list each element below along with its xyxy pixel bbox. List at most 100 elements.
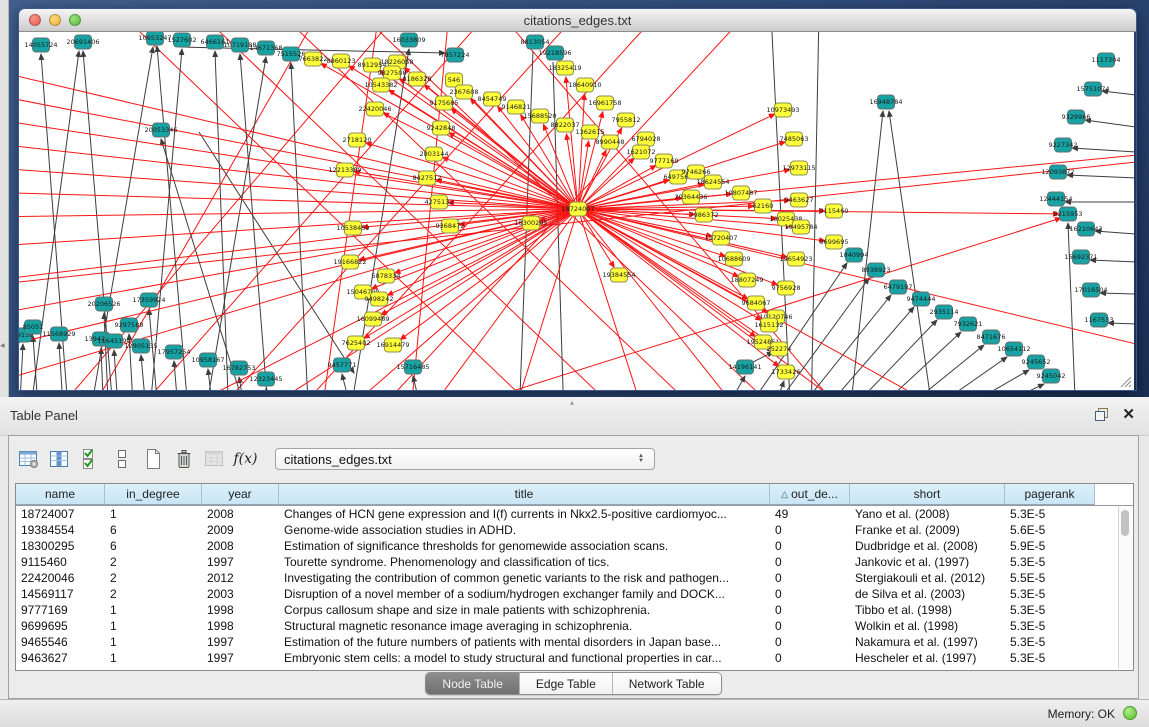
column-header-out-de-[interactable]: △out_de... [770, 484, 850, 505]
collapse-arrow-icon[interactable]: ◂ [0, 340, 5, 351]
graph-node[interactable]: 12323445 [249, 372, 282, 386]
table-cell[interactable]: Genome-wide association studies in ADHD. [279, 523, 770, 537]
table-cell[interactable]: 5.5E-5 [1005, 571, 1095, 585]
column-header-short[interactable]: short [850, 484, 1005, 505]
graph-node[interactable]: 2935114 [930, 305, 959, 319]
graph-node[interactable]: 8813054 [521, 35, 550, 49]
column-header-in-degree[interactable]: in_degree [105, 484, 202, 505]
table-cell[interactable]: Estimation of significance thresholds fo… [279, 539, 770, 553]
graph-node[interactable]: 12973115 [782, 161, 815, 175]
table-cell[interactable]: 2 [105, 571, 202, 585]
unselect-all-button[interactable] [108, 445, 135, 473]
table-cell[interactable]: 22420046 [16, 571, 105, 585]
graph-node[interactable]: 16033809 [392, 33, 425, 47]
table-cell[interactable]: 49 [770, 507, 850, 521]
graph-node[interactable]: 18624554 [696, 175, 729, 189]
graph-node[interactable]: 14055724 [24, 38, 57, 52]
graph-node[interactable]: 9684067 [742, 296, 771, 310]
table-cell[interactable]: 2009 [202, 523, 279, 537]
minimize-button[interactable] [49, 14, 61, 26]
graph-node[interactable]: 9463627 [785, 193, 814, 207]
table-cell[interactable]: Investigating the contribution of common… [279, 571, 770, 585]
graph-node[interactable]: 8471676 [977, 330, 1006, 344]
table-cell[interactable]: Yano et al. (2008) [850, 507, 1005, 521]
table-cell[interactable]: 5.6E-5 [1005, 523, 1095, 537]
table-cell[interactable]: Tibbo et al. (1998) [850, 603, 1005, 617]
table-cell[interactable]: 2012 [202, 571, 279, 585]
graph-node[interactable]: 11568929 [42, 327, 75, 341]
graph-node[interactable]: 18807249 [730, 273, 763, 287]
graph-node[interactable]: 22420046 [358, 102, 391, 116]
create-column-button[interactable] [139, 445, 166, 473]
table-cell[interactable]: 5.3E-5 [1005, 555, 1095, 569]
graph-node[interactable]: 16099489 [356, 312, 389, 326]
table-cell[interactable]: 2 [105, 587, 202, 601]
graph-node[interactable]: 20206526 [87, 297, 120, 311]
graph-node[interactable]: 1840994 [840, 248, 869, 262]
table-cell[interactable]: 0 [770, 635, 850, 649]
table-selector-dropdown[interactable]: citations_edges.txt ▲▼ [275, 448, 655, 470]
table-row[interactable]: 946554611997Estimation of the future num… [16, 634, 1133, 650]
vertical-scrollbar[interactable] [1118, 506, 1132, 669]
table-cell[interactable]: 1997 [202, 635, 279, 649]
graph-node[interactable]: 19166822 [333, 255, 366, 269]
float-panel-icon[interactable] [1094, 407, 1109, 422]
graph-node[interactable]: 20691406 [66, 35, 99, 49]
table-cell[interactable]: 1 [105, 507, 202, 521]
table-cell[interactable]: 5.3E-5 [1005, 651, 1095, 665]
table-cell[interactable]: 2 [105, 555, 202, 569]
graph-node[interactable]: 9245042 [1037, 369, 1066, 383]
graph-node[interactable]: 1527602 [168, 33, 197, 47]
table-cell[interactable]: 0 [770, 571, 850, 585]
table-cell[interactable]: 9463627 [16, 651, 105, 665]
table-cell[interactable]: Disruption of a novel member of a sodium… [279, 587, 770, 601]
graph-node[interactable]: 5878334 [372, 269, 401, 283]
table-cell[interactable]: Hescheler et al. (1997) [850, 651, 1005, 665]
graph-node[interactable]: 15720407 [704, 231, 737, 245]
graph-node[interactable]: 9699695 [820, 235, 849, 249]
show-columns-button[interactable] [46, 445, 73, 473]
graph-node[interactable]: 15716485 [396, 360, 429, 374]
column-header-pagerank[interactable]: pagerank [1005, 484, 1095, 505]
table-cell[interactable]: 18300295 [16, 539, 105, 553]
table-cell[interactable]: 5.9E-5 [1005, 539, 1095, 553]
graph-node[interactable]: 16948784 [869, 95, 902, 109]
resize-grip-icon[interactable] [1120, 376, 1132, 388]
table-row[interactable]: 2242004622012Investigating the contribut… [16, 570, 1133, 586]
table-cell[interactable]: 9115460 [16, 555, 105, 569]
table-cell[interactable]: 9465546 [16, 635, 105, 649]
graph-node[interactable]: 9297588 [115, 318, 144, 332]
table-cell[interactable]: Wolkin et al. (1998) [850, 619, 1005, 633]
graph-node[interactable]: 7932621 [954, 317, 983, 331]
graph-node[interactable]: 1733426 [772, 365, 801, 379]
network-canvas[interactable]: 1405572420691406106532471527602646616110… [19, 32, 1134, 390]
table-cell[interactable]: Embryonic stem cells: a model to study s… [279, 651, 770, 665]
delete-table-button[interactable] [201, 445, 228, 473]
graph-node[interactable]: 9227342 [1049, 138, 1078, 152]
graph-node[interactable]: 7625402 [342, 336, 371, 350]
table-cell[interactable]: Stergiakouli et al. (2012) [850, 571, 1005, 585]
tab-node-table[interactable]: Node Table [426, 673, 519, 694]
function-builder-button[interactable]: f(x) [232, 445, 259, 473]
table-row[interactable]: 1938455462009Genome-wide association stu… [16, 522, 1133, 538]
graph-node[interactable]: 15751074 [1076, 82, 1109, 96]
graph-node[interactable]: 9368472 [436, 219, 465, 233]
zoom-button[interactable] [69, 14, 81, 26]
graph-node[interactable]: 9756928 [772, 281, 801, 295]
table-row[interactable]: 977716911998Corpus callosum shape and si… [16, 602, 1133, 618]
table-cell[interactable]: 0 [770, 603, 850, 617]
table-cell[interactable]: Nakamura et al. (1997) [850, 635, 1005, 649]
graph-node[interactable]: 1117304 [1092, 53, 1121, 67]
graph-node[interactable]: 9777169 [650, 154, 679, 168]
graph-node[interactable]: 8860123 [327, 54, 356, 68]
graph-node[interactable]: 9498242 [365, 292, 394, 306]
table-cell[interactable]: de Silva et al. (2003) [850, 587, 1005, 601]
select-all-button[interactable] [77, 445, 104, 473]
column-header-title[interactable]: title [279, 484, 770, 505]
graph-node[interactable]: 10973493 [766, 103, 799, 117]
graph-node[interactable]: 20053346 [144, 123, 177, 137]
table-cell[interactable]: 6 [105, 523, 202, 537]
table-cell[interactable]: Tourette syndrome. Phenomenology and cla… [279, 555, 770, 569]
table-cell[interactable]: 6 [105, 539, 202, 553]
graph-node[interactable]: 9115460 [820, 204, 849, 218]
